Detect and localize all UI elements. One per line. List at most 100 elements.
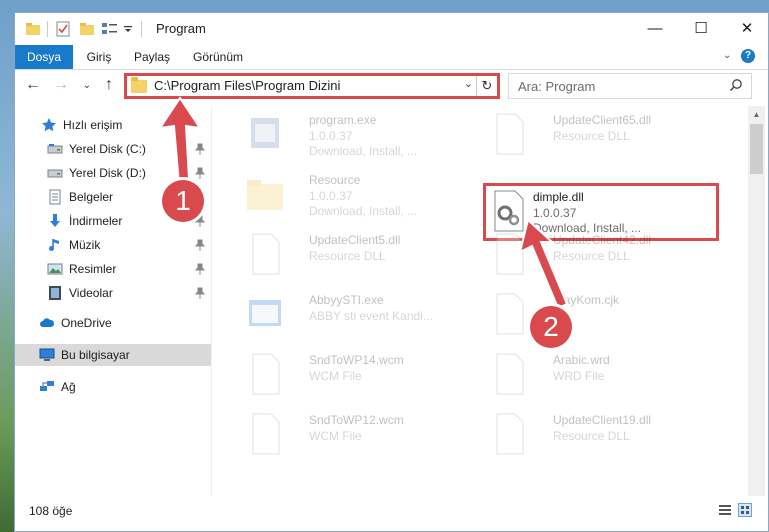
download-icon <box>50 214 60 227</box>
sidebar-item-onedrive[interactable]: OneDrive <box>15 312 211 334</box>
sidebar-item-label: Yerel Disk (D:) <box>69 166 146 180</box>
pane-divider[interactable] <box>211 106 212 496</box>
tab-home[interactable]: Giriş <box>79 45 119 69</box>
annotation-callout-1: 1 <box>162 180 204 222</box>
address-dropdown-icon[interactable]: ⌄ <box>464 77 473 90</box>
file-name: UpdateClient65.dll <box>553 113 652 127</box>
details-view-icon[interactable] <box>718 503 732 517</box>
file-list: program.exe 1.0.0.37 Download, Install, … <box>213 106 746 496</box>
file-name: program.exe <box>309 113 377 127</box>
refresh-icon[interactable]: ↻ <box>476 76 497 96</box>
file-detail: WCM File <box>309 429 362 443</box>
sidebar-item-music[interactable]: Müzik <box>15 234 211 256</box>
item-count: 108 öğe <box>29 504 73 518</box>
file-tile[interactable]: SndToWP12.wcm WCM File <box>237 406 477 462</box>
sidebar-item-label: OneDrive <box>61 316 112 330</box>
forward-arrow-icon[interactable]: → <box>51 76 71 94</box>
tiles-view-icon[interactable] <box>738 503 752 517</box>
drive-icon <box>47 169 63 178</box>
file-tile[interactable]: UpdateClient5.dll Resource DLL <box>237 226 477 282</box>
sidebar-item-label: Hızlı erişim <box>63 118 123 132</box>
file-name: SndToWP14.wcm <box>309 353 404 367</box>
vertical-scrollbar[interactable]: ▲ <box>748 106 765 496</box>
view-options-icon[interactable] <box>101 21 119 37</box>
exe-window-icon <box>249 300 281 326</box>
sidebar-item-label: Yerel Disk (C:) <box>69 142 146 156</box>
file-tile[interactable]: AbbyySTI.exe ABBY sti event Kandi... <box>237 286 477 342</box>
back-arrow-icon[interactable]: ← <box>23 76 43 94</box>
tab-share[interactable]: Paylaş <box>127 45 177 69</box>
explorer-window: Program — ☐ ✕ Dosya Giriş Paylaş Görünüm… <box>14 12 769 532</box>
file-tile[interactable]: program.exe 1.0.0.37 Download, Install, … <box>237 106 477 162</box>
file-detail: Resource DLL <box>553 429 630 443</box>
sidebar-item-network[interactable]: Ağ <box>15 376 211 398</box>
network-icon <box>40 381 54 391</box>
annotation-arrow-2 <box>518 218 569 310</box>
pin-icon[interactable] <box>195 263 205 275</box>
status-bar: 108 öğe <box>15 499 768 521</box>
close-button[interactable]: ✕ <box>724 13 768 45</box>
file-detail: 1.0.0.37 <box>309 189 353 203</box>
pictures-icon <box>47 263 63 275</box>
file-detail: WRD File <box>553 369 605 383</box>
sidebar-item-label: İndirmeler <box>69 214 123 228</box>
properties-icon[interactable] <box>55 21 71 37</box>
generic-file-icon <box>496 353 524 395</box>
file-detail: WCM File <box>309 369 362 383</box>
search-input[interactable]: Ara: Program <box>518 79 595 94</box>
help-icon[interactable]: ? <box>741 49 755 63</box>
generic-file-icon <box>252 413 280 455</box>
search-box[interactable]: Ara: Program <box>508 73 752 99</box>
expand-ribbon-icon[interactable]: ⌄ <box>723 50 731 61</box>
file-tile[interactable]: Arabic.wrd WRD File <box>481 346 721 402</box>
generic-file-icon <box>252 353 280 395</box>
computer-icon <box>39 348 55 361</box>
music-icon <box>49 239 59 251</box>
file-detail: ABBY sti event Kandi... <box>309 309 433 323</box>
file-name: SndToWP12.wcm <box>309 413 404 427</box>
search-icon[interactable] <box>729 78 743 92</box>
up-arrow-icon[interactable]: ↑ <box>99 76 119 94</box>
sidebar-item-label: Müzik <box>69 238 101 252</box>
dll-file-icon <box>252 233 280 275</box>
scroll-thumb[interactable] <box>750 124 763 174</box>
file-tile[interactable]: Resource 1.0.0.37 Download, Install, ... <box>237 166 477 222</box>
tab-file[interactable]: Dosya <box>15 45 73 69</box>
file-name: Arabic.wrd <box>553 353 610 367</box>
pin-icon[interactable] <box>195 287 205 299</box>
tab-view[interactable]: Görünüm <box>187 45 249 69</box>
address-path[interactable]: C:\Program Files\Program Dizini <box>154 78 340 93</box>
file-detail: Resource DLL <box>553 129 630 143</box>
sidebar-item-videos[interactable]: Videolar <box>15 282 211 304</box>
recent-locations-chevron-icon[interactable]: ⌄ <box>77 80 97 91</box>
sidebar-item-this-pc[interactable]: Bu bilgisayar <box>15 344 211 366</box>
file-name: UpdateClient5.dll <box>309 233 401 247</box>
maximize-button[interactable]: ☐ <box>678 13 724 45</box>
dll-file-icon <box>496 413 524 455</box>
window-title: Program <box>156 21 206 36</box>
dll-file-icon <box>496 113 524 155</box>
new-folder-icon[interactable] <box>79 21 95 37</box>
sidebar-item-label: Belgeler <box>69 190 114 204</box>
cloud-icon <box>40 318 55 327</box>
exe-icon <box>251 118 279 148</box>
file-tile[interactable]: UpdateClient19.dll Resource DLL <box>481 406 721 462</box>
file-detail: Resource DLL <box>309 249 386 263</box>
pin-icon[interactable] <box>195 239 205 251</box>
ribbon-tabs: Dosya Giriş Paylaş Görünüm ⌄ ? <box>15 45 768 70</box>
file-tile[interactable]: UpdateClient65.dll Resource DLL <box>481 106 721 162</box>
sidebar-item-pictures[interactable]: Resimler <box>15 258 211 280</box>
customize-toolbar-dropdown-icon[interactable] <box>123 21 133 37</box>
folder-icon <box>247 180 283 210</box>
file-detail: 1.0.0.37 <box>309 129 353 143</box>
file-name: dimple.dll <box>533 190 584 204</box>
file-tile[interactable]: SndToWP14.wcm WCM File <box>237 346 477 402</box>
drive-icon <box>47 144 63 154</box>
videos-icon <box>49 286 61 300</box>
file-detail: Download, Install, ... <box>309 144 418 158</box>
file-name: AbbyySTI.exe <box>309 293 384 307</box>
minimize-button[interactable]: — <box>632 13 678 45</box>
star-icon <box>42 118 56 132</box>
file-detail: Download, Install, ... <box>309 204 418 218</box>
scroll-up-icon[interactable]: ▲ <box>748 106 765 123</box>
